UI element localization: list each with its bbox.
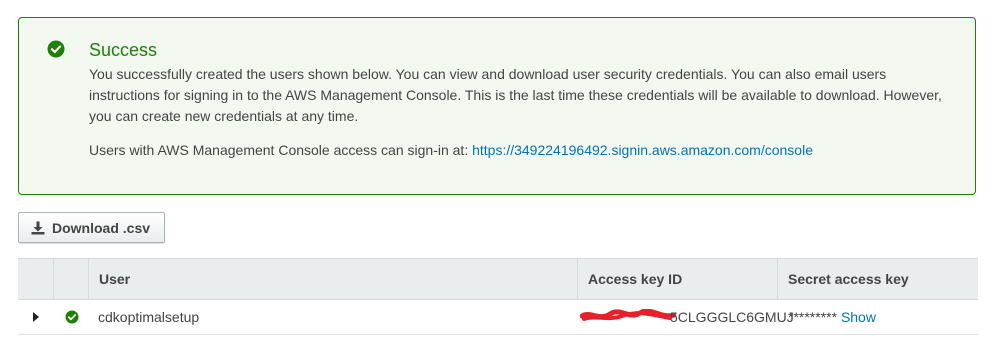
alert-title: Success (89, 40, 158, 60)
alert-message: You successfully created the users shown… (89, 66, 942, 124)
column-divider (53, 259, 54, 299)
download-icon (31, 221, 45, 234)
signin-info: Users with AWS Management Console access… (89, 140, 813, 161)
download-csv-label: Download .csv (52, 219, 151, 236)
show-secret-link[interactable]: Show (841, 309, 876, 325)
table-header: User Access key ID Secret access key (18, 258, 978, 300)
table-row: cdkoptimalsetup 5CLGGGLC6GMUJ ********* … (18, 300, 978, 335)
redaction-scribble (580, 309, 676, 321)
column-header-user[interactable]: User (89, 259, 130, 299)
check-circle-icon (65, 310, 79, 324)
column-header-access-key-id[interactable]: Access key ID (578, 259, 682, 299)
secret-mask: ********* (788, 309, 838, 325)
success-alert: Success You successfully created the use… (18, 17, 976, 195)
users-table: User Access key ID Secret access key cdk… (18, 258, 978, 335)
expand-row-caret-icon[interactable] (33, 312, 39, 322)
download-csv-button[interactable]: Download .csv (18, 212, 165, 243)
signin-url-link[interactable]: https://349224196492.signin.aws.amazon.c… (472, 142, 813, 158)
access-key-id-cell: 5CLGGGLC6GMUJ (670, 309, 794, 325)
user-name-cell: cdkoptimalsetup (98, 309, 200, 325)
column-header-secret-access-key[interactable]: Secret access key (778, 259, 909, 299)
check-circle-icon (47, 40, 65, 58)
signin-text: Users with AWS Management Console access… (89, 142, 473, 158)
secret-access-key-cell: ********* Show (788, 300, 876, 334)
